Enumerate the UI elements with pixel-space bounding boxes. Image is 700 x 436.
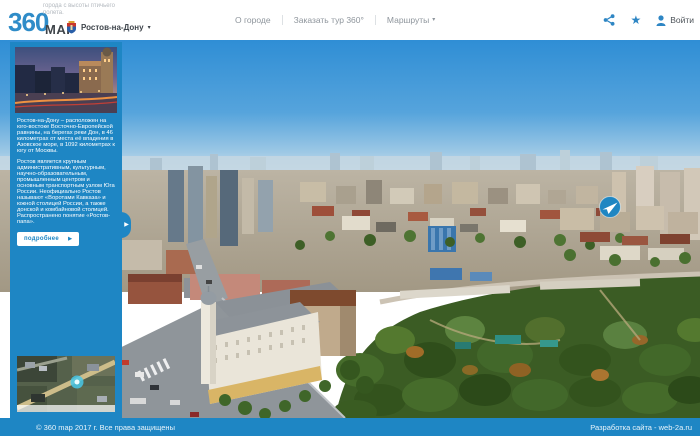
nav-divider <box>282 15 283 25</box>
chevron-right-icon: ▶ <box>124 222 129 228</box>
city-night-photo <box>15 47 117 113</box>
favorite-star-icon[interactable]: ★ <box>630 14 641 26</box>
nav-about-city[interactable]: О городе <box>235 15 271 25</box>
nav-routes-label: Маршруты <box>387 15 429 25</box>
page: 360 MAP города с высоты птичьего полета.… <box>0 0 700 436</box>
login-label: Войти <box>670 15 694 25</box>
footer: © 360 map 2017 г. Все права защищены Раз… <box>0 418 700 436</box>
main-nav: О городе Заказать тур 360° Маршруты ▾ <box>235 0 435 40</box>
minimap[interactable]: © Antrix Corporation Ltd, © Яндекс Услов… <box>17 356 115 412</box>
about-paragraph-1: Ростов-на-Дону – расположен на юго-восто… <box>17 118 115 154</box>
user-icon <box>656 15 666 26</box>
about-paragraph-2: Ростов является крупным административным… <box>17 159 115 225</box>
panorama-viewer[interactable]: Ростов-на-Дону – расположен на юго-восто… <box>0 40 700 418</box>
nav-order-tour[interactable]: Заказать тур 360° <box>294 15 364 25</box>
nav-routes[interactable]: Маршруты ▾ <box>387 15 435 25</box>
header-actions: ★ Войти <box>603 0 694 40</box>
copyright-text: © 360 map 2017 г. Все права защищены <box>36 423 175 432</box>
city-info-sidebar: Ростов-на-Дону – расположен на юго-восто… <box>10 42 122 418</box>
more-button[interactable]: подробнее ▶ <box>17 232 79 246</box>
panorama-hotspot[interactable] <box>600 197 621 218</box>
city-selector-label: Ростов-на-Дону <box>81 23 144 32</box>
logo-tagline: города с высоты птичьего полета. <box>43 3 115 17</box>
city-crest-icon <box>66 21 77 34</box>
login-button[interactable]: Войти <box>656 15 694 26</box>
header: 360 MAP города с высоты птичьего полета.… <box>0 0 700 40</box>
site-logo[interactable]: 360 MAP города с высоты птичьего полета. <box>8 0 128 40</box>
map-attribution[interactable]: © Antrix Corporation Ltd, © Яндекс Услов… <box>17 405 115 412</box>
play-arrow-icon: ▶ <box>68 237 72 242</box>
chevron-down-icon: ▾ <box>148 25 151 31</box>
nav-divider <box>375 15 376 25</box>
chevron-down-icon: ▾ <box>432 17 435 23</box>
developer-credit-link[interactable]: Разработка сайта - web-2a.ru <box>590 423 692 432</box>
city-selector[interactable]: Ростов-на-Дону ▾ <box>66 21 151 34</box>
more-button-label: подробнее <box>24 236 59 242</box>
share-icon[interactable] <box>603 14 615 26</box>
